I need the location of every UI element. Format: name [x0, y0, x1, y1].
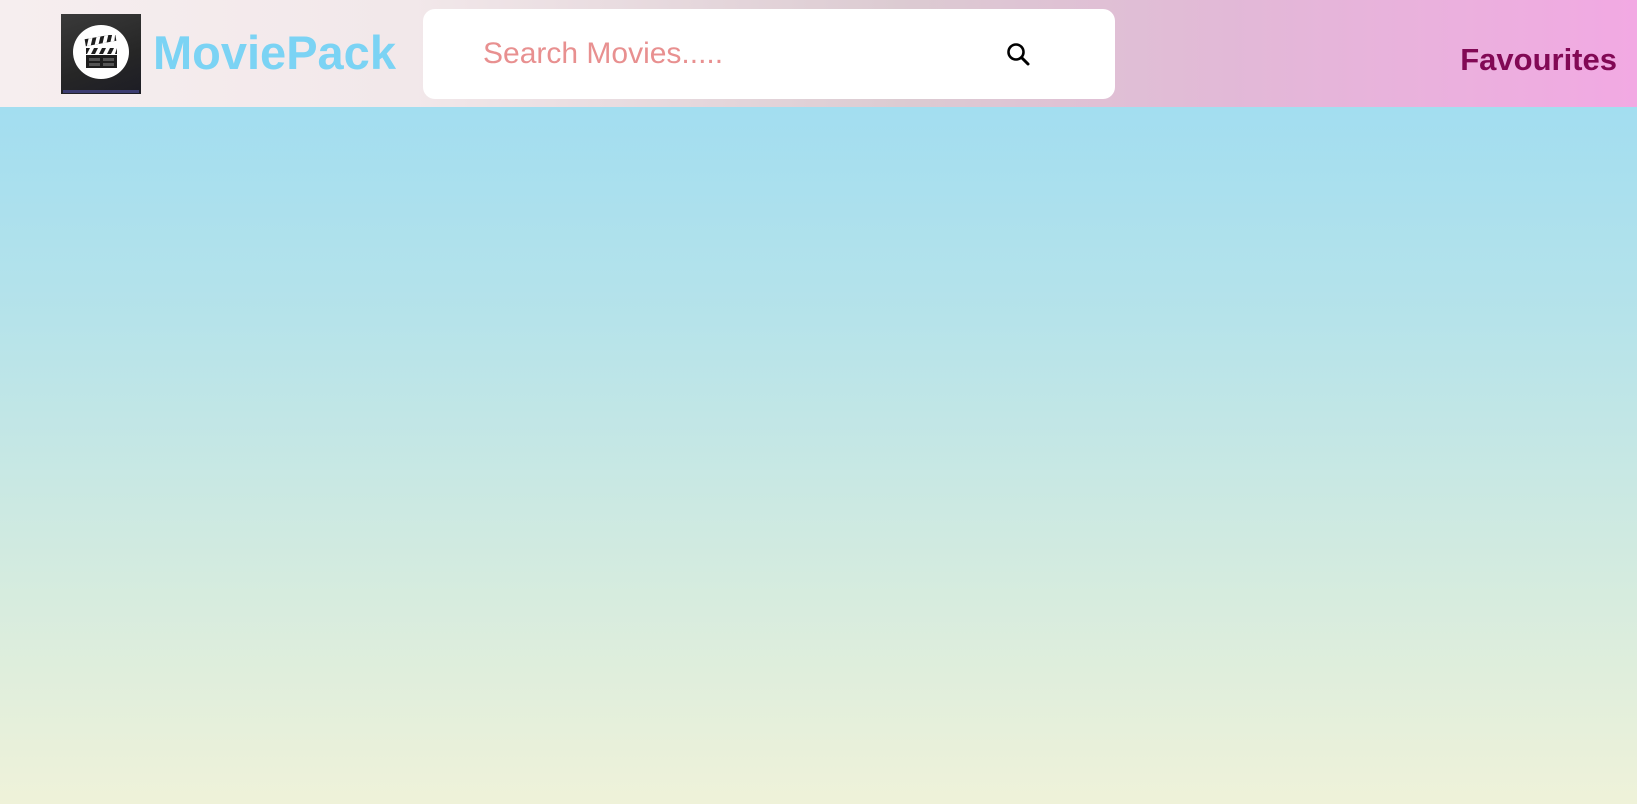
brand-title[interactable]: MoviePack: [153, 23, 396, 83]
search-icon[interactable]: [1005, 41, 1031, 67]
top-navbar: MoviePack Favourites: [0, 0, 1637, 107]
search-bar: [423, 9, 1115, 99]
movie-results-area: [0, 107, 1637, 804]
clapperboard-icon: [84, 35, 117, 68]
logo-strip: [63, 90, 139, 93]
search-input[interactable]: [483, 29, 963, 79]
logo[interactable]: [61, 14, 141, 94]
favourites-link[interactable]: Favourites: [1460, 40, 1617, 80]
